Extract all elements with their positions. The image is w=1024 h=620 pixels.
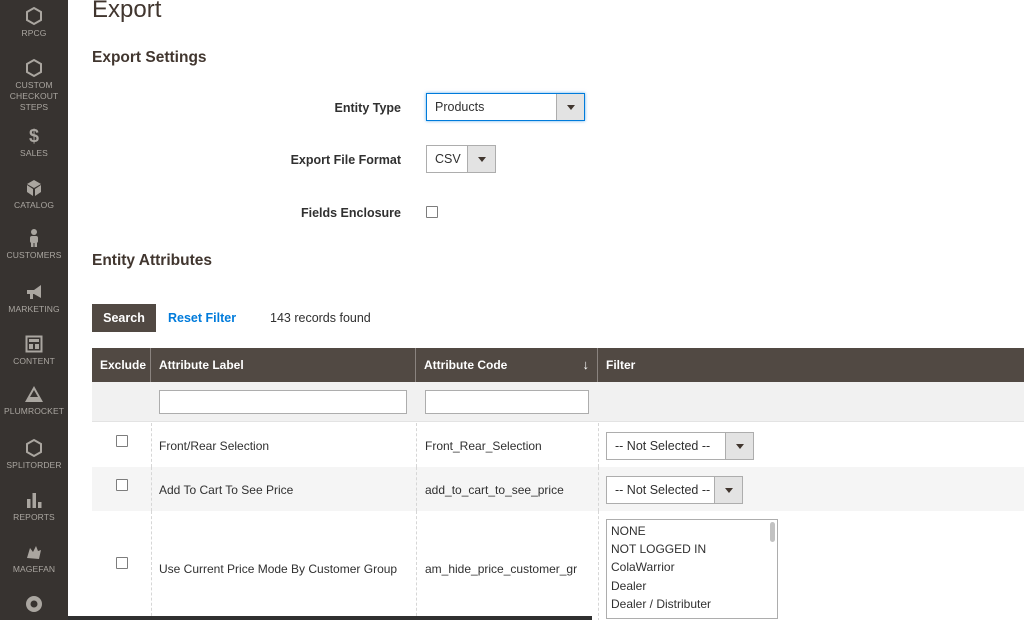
sidebar-item-label: RPCG — [21, 28, 47, 38]
entity-type-select[interactable]: Products — [426, 93, 585, 121]
reset-filter-link[interactable]: Reset Filter — [168, 311, 236, 325]
file-format-value: CSV — [435, 152, 461, 166]
export-settings-title: Export Settings — [92, 49, 207, 66]
hexagon-icon — [26, 6, 42, 26]
cube-icon — [27, 180, 41, 196]
attribute-label-filter-input[interactable] — [159, 390, 407, 414]
sidebar-item-label: CUSTOM CHECKOUT STEPS — [9, 80, 59, 112]
customer-group-multiselect[interactable]: NONE NOT LOGGED IN ColaWarrior Dealer De… — [606, 519, 778, 619]
column-header-attribute-code[interactable]: Attribute Code ↓ — [416, 348, 598, 382]
file-format-label: Export File Format — [290, 153, 401, 167]
sidebar-item-partial[interactable] — [0, 594, 68, 614]
column-header-exclude[interactable]: Exclude — [92, 348, 151, 382]
attribute-label-cell: Add To Cart To See Price — [159, 483, 294, 497]
hexagon-icon — [26, 438, 42, 458]
sidebar-item-sales[interactable]: $ SALES — [0, 126, 68, 159]
sidebar-item-label: REPORTS — [13, 512, 55, 522]
exclude-checkbox[interactable] — [116, 435, 128, 447]
sidebar-item-content[interactable]: CONTENT — [0, 334, 68, 367]
page-title: Export — [92, 0, 162, 23]
sidebar-item-custom-checkout-steps[interactable]: CUSTOM CHECKOUT STEPS — [0, 58, 68, 113]
sidebar-item-reports[interactable]: REPORTS — [0, 490, 68, 523]
column-header-filter[interactable]: Filter — [598, 348, 1024, 382]
sidebar-item-customers[interactable]: CUSTOMERS — [0, 228, 68, 261]
entity-type-value: Products — [435, 100, 485, 114]
filter-select-value: -- Not Selected -- — [615, 483, 711, 497]
sidebar-item-rpcg[interactable]: RPCG — [0, 6, 68, 39]
hexagon-icon — [26, 58, 42, 78]
attribute-label-cell: Front/Rear Selection — [159, 439, 270, 453]
sidebar-item-label: MAGEFAN — [12, 564, 56, 574]
multiselect-option[interactable]: NONE — [611, 524, 646, 538]
sidebar-item-label: SPLITORDER — [6, 460, 62, 470]
sidebar-item-label: CUSTOMERS — [6, 250, 62, 260]
multiselect-option[interactable]: ColaWarrior — [611, 560, 675, 574]
sidebar-item-catalog[interactable]: CATALOG — [0, 178, 68, 211]
attribute-code-cell: Front_Rear_Selection — [425, 439, 542, 453]
entity-type-label: Entity Type — [334, 101, 401, 115]
sidebar-item-label: PLUMROCKET — [3, 406, 65, 416]
sidebar-item-label: CONTENT — [13, 356, 55, 366]
sidebar-item-plumrocket[interactable]: PLUMROCKET — [0, 384, 68, 417]
chevron-down-icon — [556, 94, 584, 120]
mountain-icon — [25, 386, 43, 402]
grid-header: Exclude Attribute Label Attribute Code ↓… — [92, 348, 1024, 382]
dollar-icon: $ — [28, 126, 39, 146]
table-row: Add To Cart To See Price add_to_cart_to_… — [92, 467, 1024, 511]
filter-select[interactable]: -- Not Selected -- — [606, 476, 743, 504]
sidebar-item-marketing[interactable]: MARKETING — [0, 282, 68, 315]
sidebar-item-splitorder[interactable]: SPLITORDER — [0, 438, 68, 471]
sidebar-item-label: MARKETING — [8, 304, 60, 314]
magefan-icon — [27, 546, 41, 559]
chevron-down-icon — [714, 477, 742, 503]
person-icon — [30, 229, 38, 247]
attribute-code-filter-input[interactable] — [425, 390, 589, 414]
column-header-attribute-label[interactable]: Attribute Label — [151, 348, 416, 382]
multiselect-option[interactable]: NOT LOGGED IN — [611, 542, 706, 556]
admin-sidebar: RPCG CUSTOM CHECKOUT STEPS $ SALES CATAL… — [0, 0, 68, 620]
fields-enclosure-label: Fields Enclosure — [300, 206, 401, 220]
sidebar-item-magefan[interactable]: MAGEFAN — [0, 542, 68, 575]
scrollbar-thumb[interactable] — [770, 522, 775, 542]
attribute-code-cell: am_hide_price_customer_gr — [425, 562, 578, 576]
multiselect-option[interactable]: Dealer / Distributer — [611, 597, 711, 611]
bar-chart-icon — [27, 493, 42, 508]
chevron-down-icon — [467, 146, 495, 172]
sort-arrow-icon: ↓ — [582, 357, 590, 372]
circle-a-icon — [26, 596, 42, 612]
records-count: 143 records found — [270, 311, 371, 325]
megaphone-icon — [27, 285, 41, 299]
fields-enclosure-checkbox[interactable] — [426, 206, 438, 218]
column-header-attribute-code-label: Attribute Code — [424, 358, 508, 372]
table-row: Use Current Price Mode By Customer Group… — [92, 511, 1024, 620]
layout-icon — [25, 335, 43, 353]
sidebar-item-label: CATALOG — [13, 200, 55, 210]
chevron-down-icon — [725, 433, 753, 459]
filter-row — [92, 382, 1024, 422]
file-format-select[interactable]: CSV — [426, 145, 496, 173]
bottom-divider — [68, 616, 592, 620]
search-button[interactable]: Search — [92, 304, 156, 332]
entity-attributes-title: Entity Attributes — [92, 252, 212, 269]
filter-select[interactable]: -- Not Selected -- — [606, 432, 754, 460]
table-row: Front/Rear Selection Front_Rear_Selectio… — [92, 423, 1024, 467]
exclude-checkbox[interactable] — [116, 557, 128, 569]
attribute-code-cell: add_to_cart_to_see_price — [425, 483, 564, 497]
filter-select-value: -- Not Selected -- — [615, 439, 711, 453]
multiselect-option[interactable]: Dealer — [611, 579, 646, 593]
sidebar-item-label: SALES — [20, 148, 48, 158]
attribute-label-cell: Use Current Price Mode By Customer Group — [159, 562, 398, 576]
exclude-checkbox[interactable] — [116, 479, 128, 491]
